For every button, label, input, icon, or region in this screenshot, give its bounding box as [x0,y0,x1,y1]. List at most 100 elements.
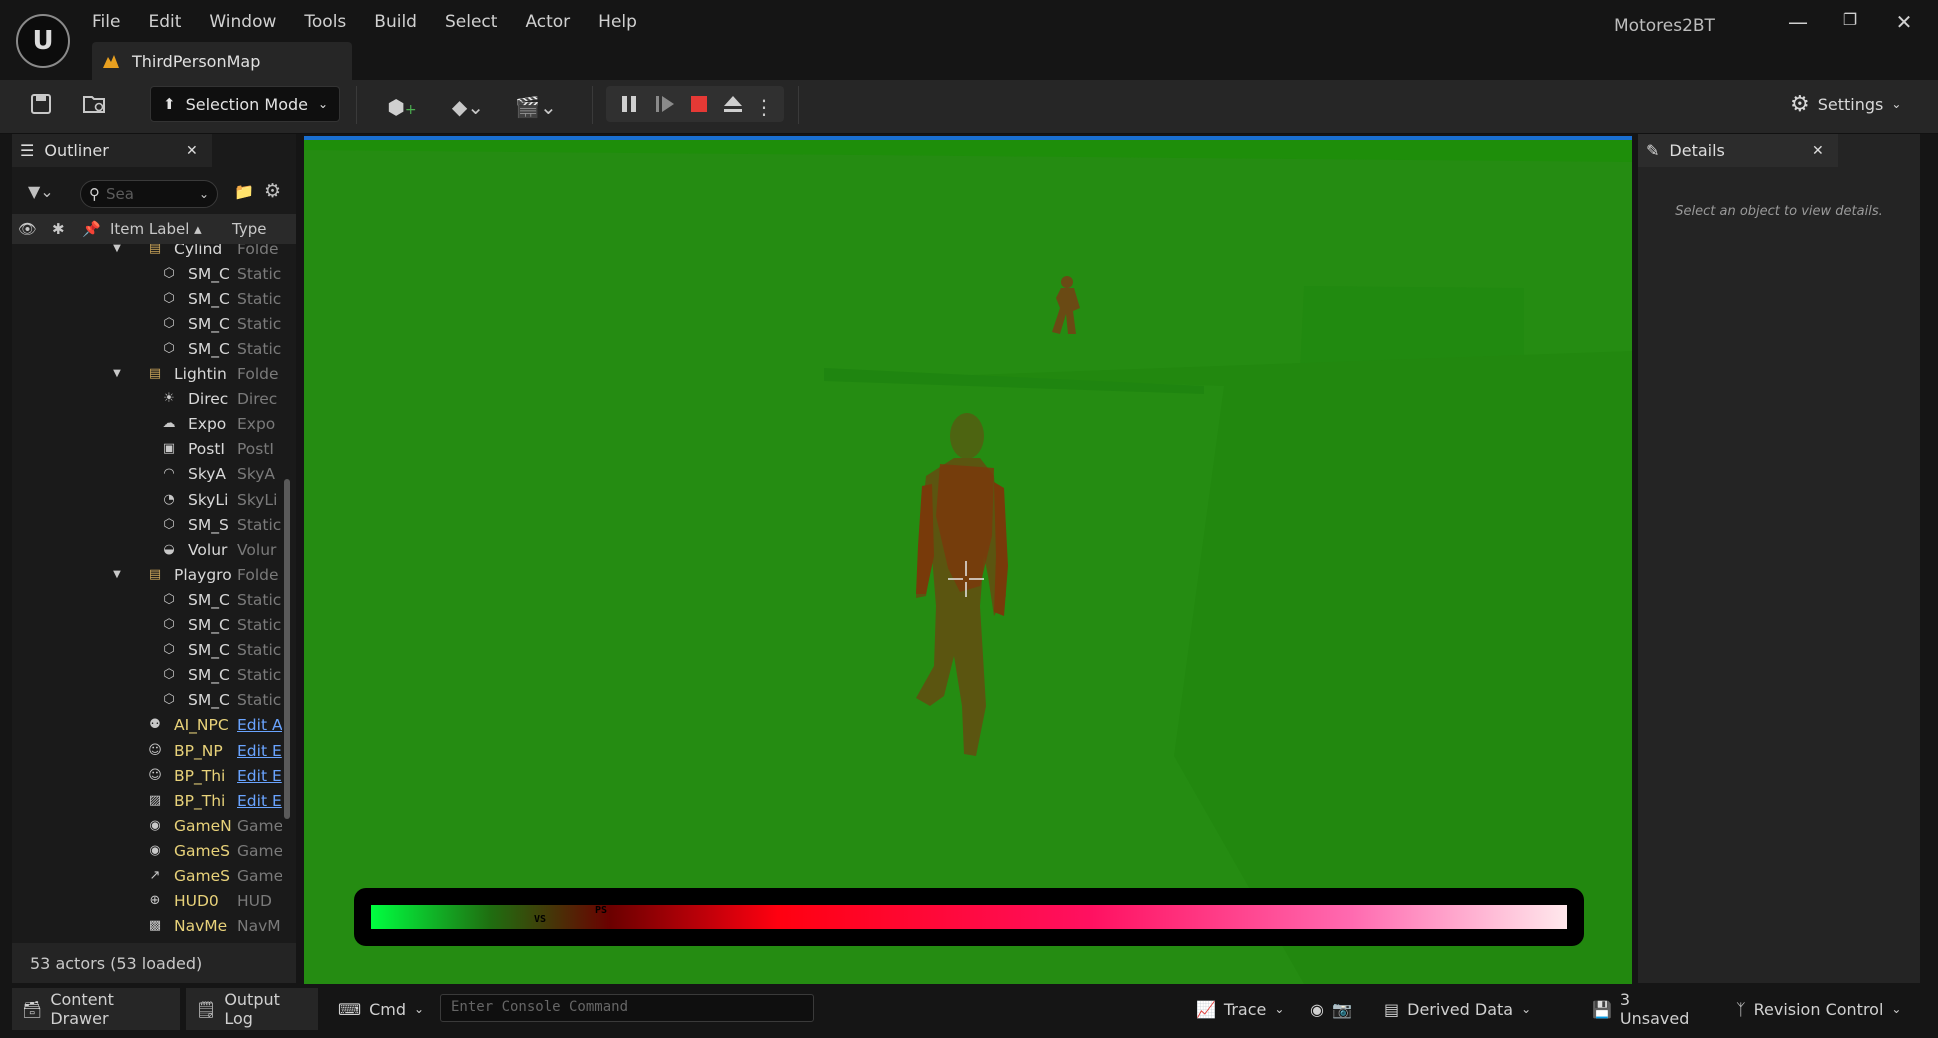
minimize-icon[interactable]: — [1778,10,1818,36]
details-tab[interactable]: ✎ Details ✕ [1638,134,1838,167]
cmd-dropdown[interactable]: ⌨ Cmd ⌄ [328,988,432,1030]
edit-blueprint-link[interactable]: Edit E [237,792,282,810]
outliner-row[interactable]: ⬡ SM_C Static [12,311,282,336]
details-empty-message: Select an object to view details. [1675,204,1883,219]
outliner-row[interactable]: ▼ ▤ Lightin Folde [12,362,282,387]
add-folder-icon[interactable]: 📁 [234,182,254,201]
outliner-row[interactable]: ◔ SkyLi SkyLi [12,487,282,512]
outliner-row[interactable]: ☺ BP_Thi Edit E [12,763,282,788]
derived-data-dropdown[interactable]: ▤ Derived Data ⌄ [1374,988,1544,1030]
outliner-row-label: NavMe [174,917,228,934]
output-log-button[interactable]: 🗒 Output Log [186,988,318,1030]
step-frame-icon[interactable] [650,92,680,122]
pause-icon[interactable] [614,92,644,122]
outliner-tab[interactable]: ☰ Outliner ✕ [12,134,212,167]
outliner-row[interactable]: ▼ ▤ Cylind Folde [12,244,282,261]
pin-column-icon[interactable]: 📌 [82,220,101,238]
menu-file[interactable]: File [92,12,134,32]
outliner-row-type: Game [237,841,282,860]
outliner-row-label: SM_C [188,616,230,634]
outliner-row[interactable]: ⬡ SM_C Static [12,613,282,638]
close-tab-icon[interactable]: ✕ [186,143,198,159]
cinematics-icon[interactable]: 🎬⌄ [514,92,558,122]
edit-blueprint-link[interactable]: Edit E [237,742,282,760]
menu-window[interactable]: Window [209,12,290,32]
unsaved-button[interactable]: 💾 3 Unsaved [1582,988,1710,1030]
search-icon: ⚲ [89,185,100,203]
outliner-row-type: Game [237,867,282,885]
outliner-row[interactable]: ⬡ SM_C Static [12,336,282,361]
hud-vs-label: VS [534,914,546,925]
stop-icon[interactable] [684,92,714,122]
play-options-icon[interactable]: ⋮ [754,92,774,122]
outliner-row[interactable]: ◉ GameN Game [12,813,282,838]
outliner-scrollbar[interactable] [284,479,290,819]
content-drawer-button[interactable]: 🗃 Content Drawer [12,988,180,1030]
visibility-column-icon[interactable]: 👁 [18,220,37,238]
outliner-row-label: Expo [188,415,227,434]
browse-content-icon[interactable] [80,92,110,122]
outliner-settings-icon[interactable]: ⚙ [264,180,281,202]
outliner-row[interactable]: ▩ NavMe NavM [12,914,282,934]
outliner-row[interactable]: ☁ Expo Expo [12,412,282,437]
hud-bar-fill [371,905,1567,929]
record-trace-icon[interactable]: ◉ [1310,1000,1324,1019]
outliner-row[interactable]: ⬡ SM_C Static [12,587,282,612]
details-title: Details [1669,141,1725,160]
menu-actor[interactable]: Actor [525,12,584,32]
menu-tools[interactable]: Tools [304,12,360,32]
expand-arrow-icon[interactable]: ▼ [108,566,126,584]
outliner-row[interactable]: ⬡ SM_C Static [12,286,282,311]
static-mesh-icon: ⬡ [163,617,175,632]
close-tab-icon[interactable]: ✕ [1812,143,1824,159]
expand-arrow-icon[interactable]: ▼ [108,244,126,258]
save-icon[interactable] [26,92,56,122]
outliner-row[interactable]: ☀ Direc Direc [12,387,282,412]
type-column[interactable]: Type [232,220,266,238]
trace-dropdown[interactable]: 📈 Trace ⌄ [1186,988,1300,1030]
edit-blueprint-link[interactable]: Edit E [237,767,282,785]
outliner-row[interactable]: ▣ PostI PostI [12,437,282,462]
outliner-row[interactable]: ⚉ AI_NPC Edit A [12,713,282,738]
outliner-row[interactable]: ◒ Volur Volur [12,537,282,562]
content-drawer-label: Content Drawer [50,990,114,1028]
restore-icon[interactable]: ❐ [1830,10,1870,36]
console-command-input[interactable]: Enter Console Command [440,994,814,1022]
blueprints-icon[interactable]: ◆⌄ [446,92,490,122]
outliner-row[interactable]: ◠ SkyA SkyA [12,462,282,487]
close-window-icon[interactable]: ✕ [1884,10,1924,36]
menu-edit[interactable]: Edit [148,12,195,32]
outliner-row[interactable]: ⬡ SM_C Static [12,638,282,663]
outliner-row[interactable]: ⬡ SM_C Static [12,688,282,713]
chevron-down-icon[interactable]: ⌄ [199,187,209,201]
filter-icon[interactable]: ▼⌄ [28,182,54,201]
outliner-row[interactable]: ◉ GameS Game [12,838,282,863]
outliner-row[interactable]: ⬡ SM_C Static [12,261,282,286]
outliner-row[interactable]: ⬡ SM_S Static [12,512,282,537]
level-tab[interactable]: ThirdPersonMap [92,42,352,80]
menu-build[interactable]: Build [374,12,431,32]
outliner-row[interactable]: ⬡ SM_C Static [12,663,282,688]
screenshot-icon[interactable]: 📷 [1332,1000,1352,1019]
favorite-column-icon[interactable]: ✱ [52,220,65,238]
revision-control-dropdown[interactable]: ᛉ Revision Control ⌄ [1726,988,1926,1030]
menu-help[interactable]: Help [598,12,651,32]
edit-blueprint-link[interactable]: Edit A [237,716,282,734]
outliner-row[interactable]: ▼ ▤ Playgro Folde [12,562,282,587]
expand-arrow-icon[interactable]: ▼ [108,365,126,383]
outliner-search-input[interactable]: ⚲ Sea ⌄ [80,180,218,208]
exposure-icon: ☁ [162,416,176,432]
settings-dropdown[interactable]: ⚙ Settings ⌄ [1790,88,1901,120]
add-actor-icon[interactable]: ⬢+ [380,92,424,122]
eject-icon[interactable] [718,92,748,122]
outliner-row[interactable]: ▨ BP_Thi Edit E [12,788,282,813]
outliner-row[interactable]: ⊕ HUD0 HUD [12,889,282,914]
outliner-row-label: SM_C [188,666,230,685]
item-label-column[interactable]: Item Label ▴ [110,220,202,238]
unreal-logo-icon[interactable]: U [16,14,70,68]
level-viewport[interactable]: VS PS [304,136,1632,984]
selection-mode-dropdown[interactable]: ⬆ Selection Mode ⌄ [150,86,340,122]
outliner-row[interactable]: ↗ GameS Game [12,864,282,889]
outliner-row[interactable]: ☺ BP_NP Edit E [12,738,282,763]
menu-select[interactable]: Select [445,12,511,32]
